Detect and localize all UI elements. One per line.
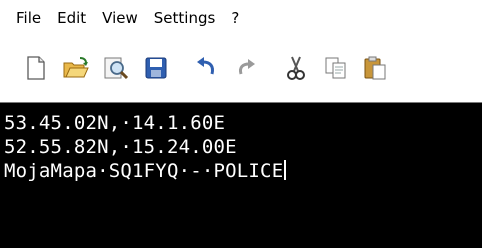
redo-icon (239, 59, 255, 75)
cut-button[interactable] (280, 52, 312, 84)
new-file-button[interactable] (20, 52, 52, 84)
menu-edit[interactable]: Edit (49, 9, 94, 27)
editor-line: 52.55.82N,·15.24.00E (4, 136, 237, 158)
save-button[interactable] (140, 52, 172, 84)
redo-button[interactable] (230, 52, 262, 84)
open-button[interactable] (60, 52, 92, 84)
menu-bar: File Edit View Settings ? (0, 0, 482, 36)
copy-button[interactable] (320, 52, 352, 84)
editor-line-current: MojaMapa·SQ1FYQ·-·POLICE (4, 159, 482, 183)
paste-icon (364, 56, 386, 80)
menu-help[interactable]: ? (223, 9, 247, 27)
editor-line-text: MojaMapa·SQ1FYQ·-·POLICE (4, 160, 284, 182)
find-button[interactable] (100, 52, 132, 84)
open-folder-icon (63, 57, 89, 78)
cut-icon (287, 56, 305, 80)
menu-view[interactable]: View (94, 9, 146, 27)
editor-line: 53.45.02N,·14.1.60E (4, 112, 226, 134)
toolbar (0, 36, 482, 100)
undo-icon (197, 57, 214, 75)
copy-icon (325, 57, 346, 79)
text-caret (284, 160, 287, 180)
paste-button[interactable] (360, 52, 392, 84)
text-editor[interactable]: 53.45.02N,·14.1.60E 52.55.82N,·15.24.00E… (0, 102, 482, 248)
save-icon (145, 57, 167, 79)
undo-button[interactable] (190, 52, 222, 84)
new-file-icon (27, 56, 45, 80)
menu-settings[interactable]: Settings (146, 9, 224, 27)
menu-file[interactable]: File (0, 9, 49, 27)
find-icon (104, 57, 129, 80)
